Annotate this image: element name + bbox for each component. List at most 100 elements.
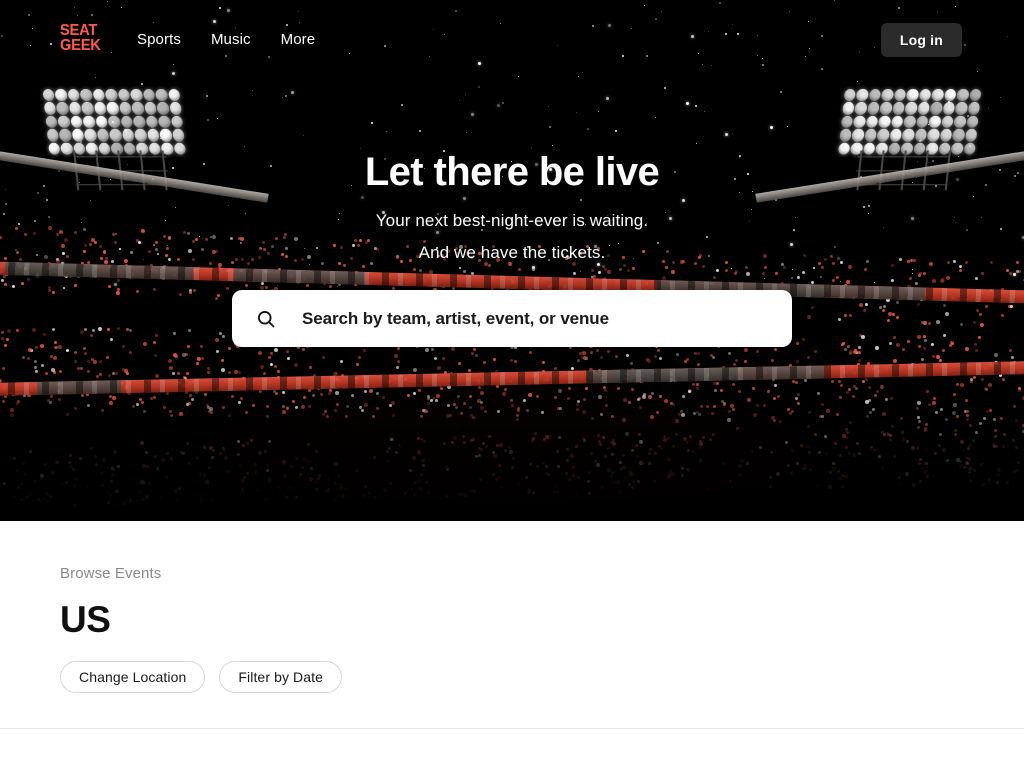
crowd-seat-dot	[168, 358, 173, 363]
nav-link-music[interactable]: Music	[211, 30, 251, 50]
nav-link-more[interactable]: More	[281, 30, 316, 50]
ribbon-dark-segment	[674, 367, 737, 382]
crowd-seat-dot	[745, 462, 749, 466]
crowd-seat-dot	[627, 482, 631, 486]
crowd-seat-dot	[971, 438, 975, 442]
crowd-seat-dot	[339, 483, 343, 487]
search-input[interactable]	[302, 308, 768, 329]
crowd-seat-dot	[308, 405, 312, 409]
crowd-seat-dot	[59, 481, 63, 485]
crowd-seat-dot	[935, 354, 940, 359]
crowd-seat-dot	[1016, 460, 1020, 464]
crowd-seat-dot	[203, 445, 207, 449]
crowd-seat-dot	[274, 365, 278, 368]
crowd-seat-dot	[582, 397, 586, 401]
crowd-seat-dot	[221, 367, 225, 372]
crowd-seat-dot	[417, 389, 421, 393]
crowd-seat-dot	[237, 401, 241, 404]
crowd-seat-dot	[965, 413, 969, 417]
crowd-seat-dot	[98, 360, 102, 364]
hero-subheadline-line-2: And we have the tickets.	[418, 243, 606, 262]
crowd-seat-dot	[527, 392, 532, 397]
crowd-seat-dot	[257, 351, 262, 356]
logo-line-seat: SEAT	[60, 22, 98, 39]
crowd-seat-dot	[697, 412, 701, 416]
crowd-seat-dot	[40, 473, 45, 478]
crowd-seat-dot	[788, 412, 792, 416]
crowd-seat-dot	[70, 465, 74, 469]
crowd-seat-dot	[677, 412, 681, 416]
crowd-seat-dot	[246, 442, 250, 446]
crowd-seat-dot	[364, 403, 368, 408]
crowd-seat-dot	[845, 436, 849, 439]
search-bar[interactable]	[232, 290, 792, 347]
seatgeek-logo[interactable]: SEAT GEEK	[60, 22, 102, 54]
crowd-seat-dot	[671, 402, 675, 406]
crowd-seat-dot	[363, 349, 366, 353]
crowd-seat-dot	[680, 409, 684, 413]
crowd-seat-dot	[967, 468, 971, 472]
crowd-seat-dot	[715, 381, 719, 385]
crowd-seat-dot	[698, 446, 702, 450]
crowd-seat-dot	[671, 471, 675, 476]
crowd-seat-dot	[243, 475, 247, 479]
crowd-seat-dot	[686, 441, 690, 445]
crowd-seat-dot	[740, 458, 745, 463]
crowd-seat-dot	[406, 394, 410, 397]
crowd-seat-dot	[653, 452, 657, 456]
crowd-seat-dot	[631, 486, 635, 489]
crowd-seat-dot	[478, 453, 482, 457]
crowd-seat-dot	[1014, 418, 1018, 422]
crowd-seat-dot	[525, 476, 529, 480]
crowd-seat-dot	[578, 351, 582, 355]
crowd-seat-dot	[983, 417, 987, 420]
nav-link-sports[interactable]: Sports	[137, 30, 181, 50]
crowd-seat-dot	[426, 402, 430, 405]
crowd-seat-dot	[1002, 377, 1006, 381]
login-button[interactable]: Log in	[880, 23, 962, 57]
crowd-seat-dot	[958, 464, 963, 469]
crowd-seat-dot	[575, 407, 579, 411]
crowd-seat-dot	[452, 436, 457, 441]
crowd-seat-dot	[73, 351, 77, 355]
crowd-seat-dot	[166, 451, 170, 455]
crowd-seat-dot	[674, 433, 678, 437]
crowd-seat-dot	[211, 499, 215, 503]
crowd-seat-dot	[696, 410, 699, 414]
crowd-seat-dot	[1006, 481, 1010, 485]
crowd-seat-dot	[450, 441, 454, 445]
ribbon-dark-segment	[612, 367, 737, 383]
crowd-seat-dot	[934, 411, 938, 415]
crowd-seat-dot	[919, 457, 922, 461]
crowd-seat-dot	[890, 397, 894, 401]
crowd-seat-dot	[615, 480, 620, 485]
crowd-seat-dot	[652, 480, 656, 484]
filter-by-date-button[interactable]: Filter by Date	[219, 661, 343, 693]
crowd-seat-dot	[581, 356, 585, 359]
crowd-seat-dot	[566, 459, 569, 463]
crowd-seat-dot	[28, 450, 32, 454]
crowd-seat-dot	[476, 399, 481, 404]
crowd-seat-dot	[154, 354, 158, 358]
crowd-seat-dot	[1002, 445, 1005, 449]
crowd-seat-dot	[646, 359, 651, 364]
change-location-button[interactable]: Change Location	[60, 661, 206, 693]
crowd-seat-dot	[86, 369, 90, 373]
crowd-seat-dot	[59, 369, 63, 373]
crowd-seat-dot	[832, 466, 836, 471]
crowd-seat-dot	[917, 401, 922, 405]
crowd-seat-dot	[128, 499, 132, 503]
crowd-seat-dot	[616, 387, 620, 391]
crowd-seat-dot	[637, 396, 641, 400]
crowd-seat-dot	[787, 407, 791, 411]
crowd-seat-dot	[836, 412, 839, 416]
crowd-seat-dot	[533, 432, 537, 436]
crowd-seat-dot	[413, 391, 416, 395]
crowd-seat-dot	[773, 418, 777, 422]
crowd-seat-dot	[174, 354, 179, 359]
crowd-seat-dot	[642, 392, 646, 396]
crowd-seat-dot	[794, 381, 798, 384]
crowd-seat-dot	[33, 366, 37, 370]
crowd-seat-dot	[222, 406, 226, 410]
crowd-seat-dot	[41, 363, 45, 367]
